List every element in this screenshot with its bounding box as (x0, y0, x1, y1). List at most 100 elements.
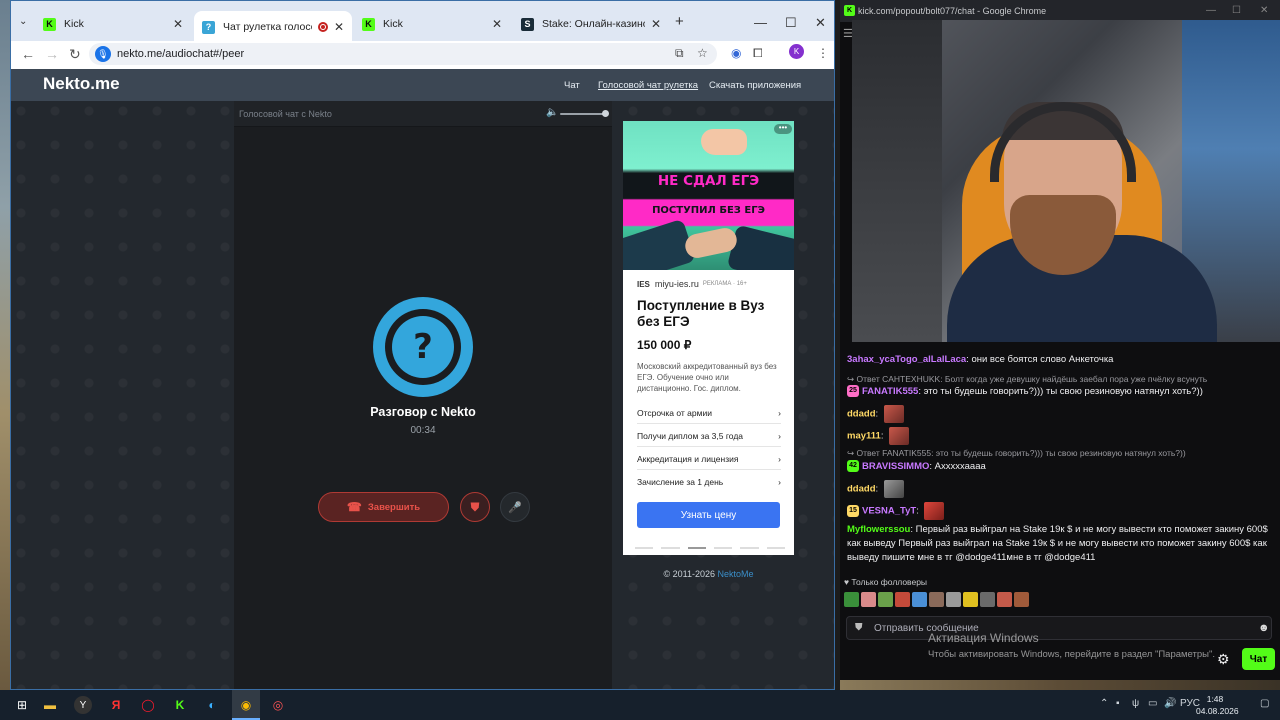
usb-icon[interactable]: ψ (1132, 698, 1139, 709)
kick-icon: K (362, 17, 375, 31)
end-call-button[interactable]: ☎ Завершить (318, 492, 449, 522)
emote-quick-bar[interactable] (844, 592, 1044, 608)
chat-popout-window: K kick.com/popout/bolt077/chat - Google … (840, 0, 1280, 680)
volume-icon[interactable]: 🔈 (546, 107, 558, 118)
chat-username[interactable]: VESNA_TyT (862, 506, 916, 517)
close-window-icon[interactable]: ✕ (1260, 5, 1268, 16)
chat-username[interactable]: ddadd (847, 409, 876, 420)
speaker-icon[interactable]: 🔊 (1164, 698, 1176, 709)
emote[interactable] (946, 592, 961, 607)
yandex-icon[interactable]: Я (104, 694, 128, 716)
extensions-puzzle-icon[interactable]: ⧠ (753, 46, 763, 61)
ad-source[interactable]: IES miyu-ies.ru РЕКЛАМА · 16+ (637, 279, 747, 289)
url-input[interactable]: 🎙 nekto.me/audiochat#/peer (89, 43, 717, 65)
close-window-icon[interactable]: ✕ (815, 15, 826, 31)
ad-pager-dot[interactable] (661, 547, 680, 549)
emote[interactable] (861, 592, 876, 607)
close-tab-icon[interactable]: ✕ (492, 17, 502, 31)
tab-kick-2[interactable]: K Kick ✕ (354, 11, 510, 37)
ad-link[interactable]: Зачисление за 1 день › (637, 471, 781, 493)
close-tab-icon[interactable]: ✕ (334, 20, 344, 34)
site-logo[interactable]: Nekto.me (43, 74, 120, 94)
emote[interactable] (963, 592, 978, 607)
emote[interactable] (895, 592, 910, 607)
ad-description: Московский аккредитованный вуз без ЕГЭ. … (637, 362, 777, 393)
emote[interactable] (1014, 592, 1029, 607)
extension-icon[interactable]: ◉ (731, 46, 741, 60)
minimize-icon[interactable]: — (754, 15, 767, 30)
nav-download-apps[interactable]: Скачать приложения (709, 80, 801, 91)
chat-separator: : (875, 483, 881, 495)
ad-image[interactable]: НЕ СДАЛ ЕГЭ ПОСТУПИЛ БЕЗ ЕГЭ ••• (623, 121, 794, 270)
edge-icon[interactable]: ◐ (200, 694, 224, 716)
chat-username[interactable]: may111 (847, 431, 881, 442)
ad-link[interactable]: Получи диплом за 3,5 года › (637, 425, 781, 447)
ad-pager-dot[interactable] (635, 547, 654, 549)
volume-slider[interactable] (560, 113, 608, 115)
ad-cta-button[interactable]: Узнать цену (637, 502, 780, 528)
chat-settings-gear-icon[interactable]: ⚙ (1217, 651, 1230, 668)
obs-recording-icon[interactable]: ◎ (266, 694, 290, 716)
ad-pager-dot[interactable] (766, 547, 785, 549)
chrome-icon[interactable]: ◉ (234, 694, 258, 716)
ad-pager-dot[interactable] (713, 547, 733, 549)
notifications-icon[interactable]: ▢ (1260, 698, 1269, 709)
nav-voice-roulette[interactable]: Голосовой чат рулетка (598, 80, 698, 91)
ad-title[interactable]: Поступление в Вуз без ЕГЭ (637, 298, 787, 330)
reload-icon[interactable]: ↻ (69, 46, 81, 63)
ad-link[interactable]: Аккредитация и лицензия › (637, 448, 781, 470)
close-tab-icon[interactable]: ✕ (651, 17, 661, 31)
volume-slider-thumb[interactable] (602, 110, 609, 117)
ad-link[interactable]: Отсрочка от армии › (637, 402, 781, 424)
emote[interactable] (980, 592, 995, 607)
bookmark-star-icon[interactable]: ☆ (697, 46, 708, 60)
tab-stake[interactable]: S Stake: Онлайн-казино и ставк ✕ (513, 11, 669, 37)
chat-username[interactable]: ddadd (847, 484, 876, 495)
maximize-icon[interactable]: ☐ (785, 15, 797, 31)
emote[interactable] (997, 592, 1012, 607)
chat-username[interactable]: 3ahax_ycaTogo_alLalLaca (847, 354, 966, 365)
menu-kebab-icon[interactable]: ⋮ (817, 46, 829, 60)
report-button[interactable]: ⛊ (460, 492, 490, 522)
install-app-icon[interactable]: ⧉ (675, 46, 684, 61)
emote[interactable] (878, 592, 893, 607)
chat-username[interactable]: FANATIK555 (862, 386, 918, 397)
start-windows-icon[interactable]: ⊞ (10, 694, 34, 716)
advertisement[interactable]: НЕ СДАЛ ЕГЭ ПОСТУПИЛ БЕЗ ЕГЭ ••• IES miy… (623, 121, 794, 555)
back-icon[interactable]: ← (21, 46, 35, 62)
kick-app-icon[interactable]: K (168, 694, 192, 716)
windows-activation-title: Активация Windows (928, 631, 1039, 645)
close-tab-icon[interactable]: ✕ (173, 17, 183, 31)
maximize-icon[interactable]: ☐ (1232, 5, 1241, 16)
ad-pager-dot[interactable] (740, 547, 759, 549)
emote[interactable] (844, 592, 859, 607)
call-timer: 00:34 (410, 425, 436, 436)
file-explorer-icon[interactable]: ▬ (38, 694, 62, 716)
ad-options-icon[interactable]: ••• (774, 124, 792, 134)
emoji-icon[interactable]: ☻ (1258, 622, 1270, 634)
emote[interactable] (929, 592, 944, 607)
network-icon[interactable]: ▭ (1148, 698, 1157, 709)
tray-app-icon[interactable]: ▪ (1116, 698, 1120, 709)
chat-username[interactable]: BRAVISSIMMO (862, 461, 929, 472)
send-chat-button[interactable]: Чат (1242, 648, 1275, 670)
chat-username[interactable]: Myflowerssou (847, 524, 910, 535)
nav-chat[interactable]: Чат (564, 80, 580, 91)
tab-nekto[interactable]: ? Чат рулетка голосовая — ✕ (194, 11, 352, 43)
ad-pager-dot[interactable] (687, 547, 706, 549)
yandex-browser-icon[interactable]: Y (74, 696, 92, 714)
emote[interactable] (912, 592, 927, 607)
chat-message-input[interactable]: ⛊ Отправить сообщение ☻ (846, 616, 1272, 640)
chat-emote (883, 480, 904, 498)
tab-search-icon[interactable]: ⌄ (19, 16, 27, 27)
forward-icon[interactable]: → (45, 46, 59, 62)
opera-icon[interactable]: ◯ (136, 694, 160, 716)
new-tab-icon[interactable]: + (675, 13, 684, 30)
minimize-icon[interactable]: — (1206, 5, 1216, 16)
tray-overflow-icon[interactable]: ⌃ (1100, 698, 1108, 709)
mute-button[interactable]: 🎤 (500, 492, 530, 522)
tab-kick-1[interactable]: K Kick ✕ (35, 11, 191, 37)
clock[interactable]: 1:48 04.08.2026 (1196, 693, 1239, 717)
profile-avatar[interactable]: K (789, 44, 804, 59)
nektome-link[interactable]: NektoMe (718, 569, 754, 579)
